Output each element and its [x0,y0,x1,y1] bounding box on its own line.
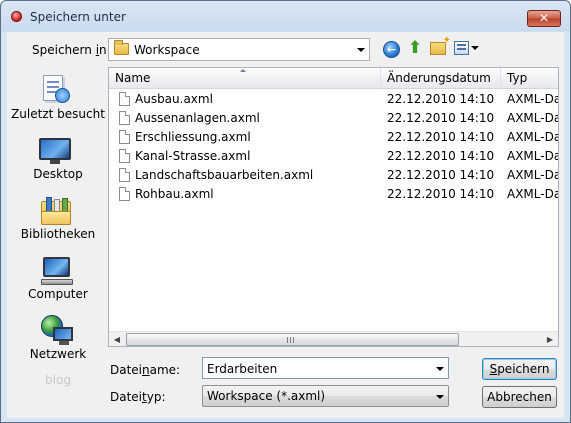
scroll-left-icon[interactable]: ◀ [109,332,125,346]
file-date: 22.12.2010 14:10 [387,187,495,201]
close-button[interactable]: ✕ [527,10,561,27]
save-button[interactable]: Speichern [482,358,557,380]
file-name: Rohbau.axml [135,187,214,201]
view-menu-button[interactable] [454,41,469,55]
save-in-value: Workspace [134,43,200,57]
filename-value: Erdarbeiten [207,362,278,376]
column-date[interactable]: Änderungsdatum [381,68,501,89]
place-label: Desktop [33,167,83,181]
file-rows: Ausbau.axml 22.12.2010 14:10 AXML-Dat Auss… [109,90,558,204]
file-type: AXML-Dat [507,168,558,182]
back-button[interactable]: ← [383,41,400,58]
filetype-value: Workspace (*.axml) [207,389,326,403]
file-list[interactable]: Name Änderungsdatum Typ Ausbau.axml 22.12… [108,67,559,347]
file-date: 22.12.2010 14:10 [387,149,495,163]
chevron-down-icon[interactable] [436,367,444,371]
file-date: 22.12.2010 14:10 [387,168,495,182]
file-date: 22.12.2010 14:10 [387,92,495,106]
computer-icon [41,257,75,287]
sort-ascending-icon [240,69,246,72]
watermark-text: blog [45,373,71,387]
libraries-icon [41,197,73,227]
file-row[interactable]: Kanal-Strasse.axml 22.12.2010 14:10 AXML-D… [109,147,558,166]
place-label: Zuletzt besucht [11,107,105,121]
new-folder-button[interactable] [430,35,451,55]
file-name: Kanal-Strasse.axml [135,149,251,163]
place-label: Netzwerk [29,347,87,361]
file-type: AXML-Dat [507,187,558,201]
file-row[interactable]: Ausbau.axml 22.12.2010 14:10 AXML-Dat [109,90,558,109]
file-date: 22.12.2010 14:10 [387,130,495,144]
file-name: Aussenanlagen.axml [135,111,260,125]
folder-icon [114,40,129,55]
file-type: AXML-Dat [507,149,558,163]
title-bar[interactable]: Speichern unter ✕ [1,1,570,32]
file-row[interactable]: Erschliessung.axml 22.12.2010 14:10 AXML-D… [109,128,558,147]
file-icon [119,111,130,125]
place-label: Computer [28,287,88,301]
file-name: Landschaftsbauarbeiten.axml [135,168,314,182]
file-icon [119,92,130,106]
recent-places-icon [41,75,71,105]
save-as-dialog: Speichern unter ✕ Speichern in: Workspac… [0,0,571,423]
scroll-right-icon[interactable]: ▶ [542,332,558,346]
filetype-label: Dateityp: [110,390,166,404]
file-date: 22.12.2010 14:10 [387,111,495,125]
desktop-icon [39,138,73,166]
app-icon [11,11,22,22]
save-in-dropdown[interactable]: Workspace [108,38,370,61]
file-type: AXML-Dat [507,111,558,125]
window-title: Speichern unter [30,10,126,24]
file-row[interactable]: Aussenanlagen.axml 22.12.2010 14:10 AXML-D… [109,109,558,128]
chevron-down-icon [436,395,444,399]
file-icon [119,149,130,163]
save-in-label: Speichern in: [32,43,111,57]
column-type[interactable]: Typ [501,68,558,89]
file-name: Erschliessung.axml [135,130,251,144]
grip-icon [287,337,294,343]
cancel-button[interactable]: Abbrechen [482,386,557,408]
place-label: Bibliotheken [20,227,96,241]
horizontal-scrollbar[interactable]: ◀ ▶ [109,331,558,346]
filetype-dropdown[interactable]: Workspace (*.axml) [202,385,449,407]
filename-label: Dateiname: [110,363,181,377]
file-row[interactable]: Landschaftsbauarbeiten.axml 22.12.2010 14… [109,166,558,185]
view-menu-chevron-icon[interactable] [471,46,479,50]
filename-field[interactable]: Erdarbeiten [202,357,449,379]
file-type: AXML-Dat [507,92,558,106]
file-icon [119,168,130,182]
column-header: Name Änderungsdatum Typ [109,68,558,89]
places-bar: Zuletzt besucht Desktop Bibliotheken Com… [10,67,106,387]
file-name: Ausbau.axml [135,92,213,106]
file-row[interactable]: Rohbau.axml 22.12.2010 14:10 AXML-Dat [109,185,558,204]
file-type: AXML-Dat [507,130,558,144]
file-icon [119,130,130,144]
scrollbar-thumb[interactable] [126,333,459,346]
file-icon [119,187,130,201]
up-folder-button[interactable]: ⬆ [406,39,424,58]
chevron-down-icon [357,48,365,52]
network-icon [41,315,75,347]
